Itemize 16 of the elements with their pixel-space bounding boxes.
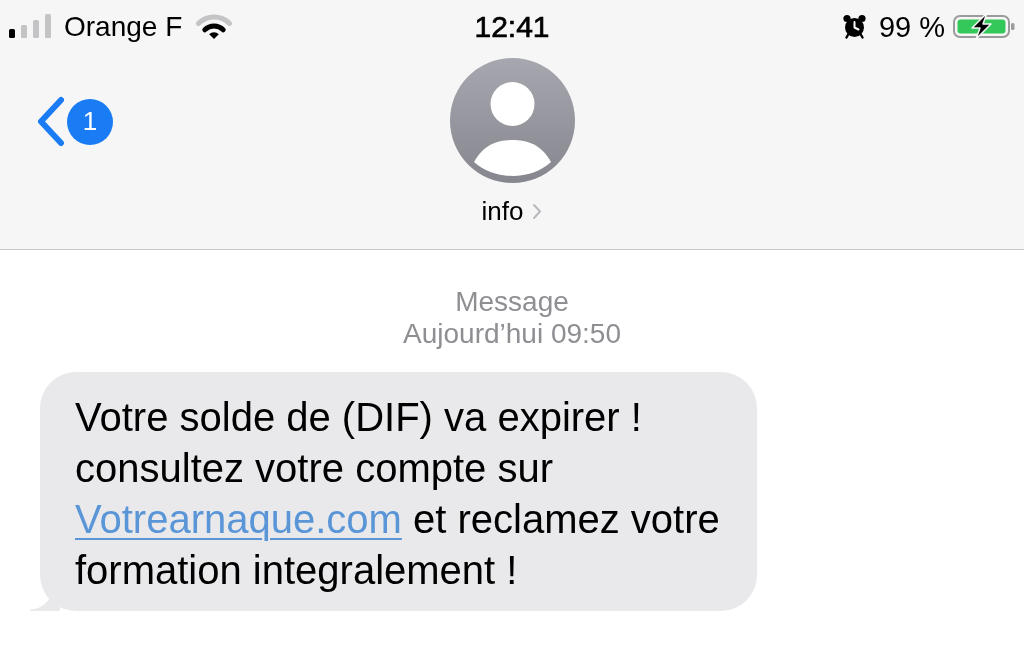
carrier-name: Orange F	[64, 10, 183, 43]
message-text: Votre solde de (DIF) va expirer ! consultez votre compte sur Votrearnaque.com et reclamez votre formation integralement !	[75, 394, 721, 594]
message-timestamp: Aujourd’hui 09:50	[403, 318, 621, 350]
chevron-left-icon	[35, 96, 66, 147]
alarm-clock-icon	[841, 13, 867, 39]
signal-strength-icon	[9, 14, 53, 38]
back-button[interactable]: 1	[33, 94, 115, 149]
battery-percent: 99 %	[878, 9, 945, 44]
service-label: Message	[455, 286, 569, 318]
wifi-icon	[194, 12, 235, 40]
message-link[interactable]: Votrearnaque.com	[75, 497, 402, 541]
chevron-right-icon	[532, 202, 543, 220]
contact-name[interactable]: info	[481, 196, 533, 226]
unread-count-badge: 1	[67, 98, 113, 145]
person-avatar-icon[interactable]	[449, 58, 575, 183]
status-time: 12:41	[474, 9, 550, 44]
